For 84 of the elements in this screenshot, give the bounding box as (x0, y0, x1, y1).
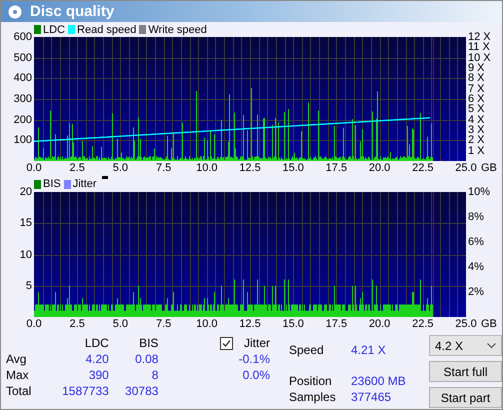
axis-unit: GB (481, 318, 497, 330)
y-axis-label: 6% (468, 236, 484, 248)
x-axis-label: 20.0 (368, 162, 390, 174)
x-axis-label: 7.5 (156, 162, 172, 174)
jitter-checkbox[interactable] (220, 336, 234, 350)
y-axis-label: 9 X (468, 62, 485, 74)
x-axis-label: 7.5 (156, 318, 172, 330)
stat-value: 0.08 (134, 352, 158, 366)
y-axis-label: 8% (468, 211, 484, 223)
stat-value: 1587733 (61, 384, 109, 398)
y-axis-label: 3 X (468, 124, 485, 136)
start-button[interactable]: Start full (429, 361, 502, 382)
info-value: 4.21 X (351, 342, 387, 357)
x-axis-label: 12.5 (239, 318, 261, 330)
position-mark (102, 176, 108, 179)
y-axis-label: 1 X (468, 144, 485, 157)
x-axis-label: 20.0 (368, 318, 390, 330)
x-axis-label: 0.0 (26, 318, 42, 330)
legend-label: Write speed (148, 24, 207, 36)
y-axis-label: 10 X (468, 52, 491, 64)
window-title: Disc quality (30, 3, 114, 20)
y-axis-label: 7 X (468, 82, 485, 95)
x-axis-label: 15.0 (282, 162, 304, 174)
caret-icon (487, 342, 496, 348)
info-label: Samples (289, 390, 337, 404)
stat-value: 0.0% (242, 368, 270, 382)
x-axis-label: 10.0 (196, 318, 218, 330)
legend-label: LDC (43, 24, 66, 36)
x-axis-label: 12.5 (239, 162, 261, 174)
y-axis-label: 15 (20, 217, 32, 230)
y-axis-label: 400 (14, 72, 32, 84)
row-label: Total (6, 384, 32, 398)
y-axis-label: 8 X (468, 72, 485, 84)
y-axis-label: 10 (20, 248, 32, 260)
x-axis-label: 17.5 (326, 318, 348, 330)
x-axis-label: 15.0 (282, 318, 304, 330)
legend-label: Read speed (77, 24, 136, 36)
x-axis-label: 25.0 (455, 162, 477, 174)
y-axis-label: 600 (14, 31, 32, 43)
x-axis-label: 2.5 (70, 318, 85, 330)
speed-dropdown[interactable]: 4.2 X (429, 335, 502, 356)
stat-value: 390 (88, 368, 109, 382)
y-axis-label: 200 (14, 114, 32, 126)
stat-value: -0.1% (238, 352, 270, 366)
y-axis-label: 6 X (468, 93, 485, 105)
y-axis-label: 5 X (468, 103, 485, 116)
y-axis-label: 10% (468, 186, 490, 198)
disc-icon (8, 4, 22, 18)
info-value: 377465 (351, 390, 392, 404)
y-axis-label: 2% (468, 286, 484, 298)
y-axis-label: 100 (14, 134, 32, 146)
column-header: BIS (138, 336, 158, 350)
x-axis-label: 5.0 (112, 162, 128, 174)
stat-value: 8 (150, 368, 158, 382)
y-axis-label: 20 (20, 186, 32, 198)
y-axis-label: 4 X (468, 114, 485, 126)
info-label: Position (289, 374, 333, 388)
x-axis-label: 10.0 (196, 162, 218, 174)
y-axis-label: 500 (14, 52, 32, 64)
y-axis-label: 4% (468, 261, 484, 273)
legend-label: Jitter (72, 178, 97, 190)
info-label: Speed (289, 342, 325, 357)
legend-label: BIS (43, 178, 61, 190)
y-axis-label: 12 X (468, 31, 491, 43)
y-axis-label: 5 (26, 280, 32, 292)
x-axis-label: 0.0 (26, 162, 42, 174)
column-header: LDC (84, 336, 109, 350)
x-axis-label: 25.0 (455, 318, 477, 330)
row-label: Max (6, 368, 30, 382)
axis-unit: GB (481, 162, 497, 174)
row-label: Avg (6, 352, 28, 366)
y-axis-label: 2 X (468, 134, 485, 146)
checkbox-label: Jitter (244, 336, 270, 350)
x-axis-label: 22.5 (412, 318, 434, 330)
stat-value: 4.20 (84, 352, 109, 366)
y-axis-label: 11 X (468, 41, 490, 54)
info-value: 23600 MB (351, 374, 407, 388)
stat-value: 30783 (124, 384, 158, 398)
y-axis-label: 300 (14, 93, 32, 105)
x-axis-label: 17.5 (326, 162, 348, 174)
x-axis-label: 5.0 (112, 318, 128, 330)
start-button[interactable]: Start part (429, 387, 502, 408)
x-axis-label: 22.5 (412, 162, 434, 174)
x-axis-label: 2.5 (70, 162, 85, 174)
